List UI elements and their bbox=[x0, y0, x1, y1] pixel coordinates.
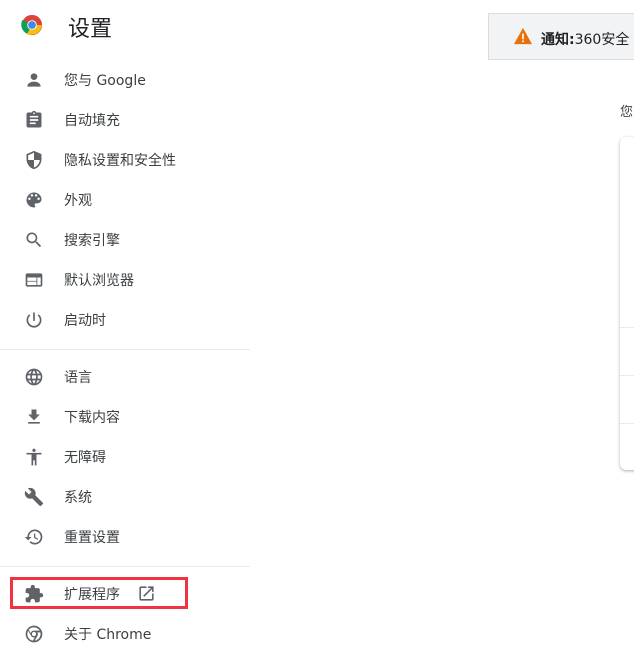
sidebar-item-label: 搜索引擎 bbox=[64, 233, 120, 249]
palette-icon bbox=[24, 190, 44, 210]
chrome-icon bbox=[24, 624, 44, 644]
notice-text: 360安全 bbox=[574, 32, 630, 48]
sidebar-item-languages[interactable]: 语言 bbox=[0, 357, 250, 397]
sidebar-item-about-chrome[interactable]: 关于 Chrome bbox=[0, 614, 250, 654]
sidebar-item-autofill[interactable]: 自动填充 bbox=[0, 100, 250, 140]
sidebar-divider bbox=[0, 349, 250, 350]
sidebar-item-extensions[interactable]: 扩展程序 bbox=[0, 574, 250, 614]
settings-header: 设置 bbox=[0, 0, 260, 56]
shield-icon bbox=[24, 150, 44, 170]
settings-card bbox=[620, 137, 634, 470]
sidebar-item-label: 启动时 bbox=[64, 313, 106, 329]
history-icon bbox=[24, 527, 44, 547]
sidebar-item-appearance[interactable]: 外观 bbox=[0, 180, 250, 220]
sidebar-item-label: 您与 Google bbox=[64, 73, 146, 89]
sidebar-item-label: 自动填充 bbox=[64, 113, 120, 129]
sidebar-item-default-browser[interactable]: 默认浏览器 bbox=[0, 260, 250, 300]
sidebar-item-label: 关于 Chrome bbox=[64, 627, 152, 643]
sidebar-item-search-engine[interactable]: 搜索引擎 bbox=[0, 220, 250, 260]
sidebar-item-label: 隐私设置和安全性 bbox=[64, 153, 176, 169]
person-icon bbox=[24, 70, 44, 90]
clipboard-icon bbox=[24, 110, 44, 130]
browser-window-icon bbox=[24, 270, 44, 290]
sidebar-divider bbox=[0, 566, 250, 567]
warning-icon bbox=[513, 27, 533, 45]
page-title: 设置 bbox=[68, 17, 113, 42]
main-partial-text: 您 bbox=[620, 105, 634, 120]
search-icon bbox=[24, 230, 44, 250]
sidebar-item-label: 语言 bbox=[64, 370, 92, 386]
power-icon bbox=[24, 310, 44, 330]
open-in-new-icon[interactable] bbox=[137, 584, 156, 603]
sidebar-item-on-startup[interactable]: 启动时 bbox=[0, 300, 250, 340]
sidebar-item-reset[interactable]: 重置设置 bbox=[0, 517, 250, 557]
card-row-divider bbox=[620, 375, 634, 376]
sidebar-item-accessibility[interactable]: 无障碍 bbox=[0, 437, 250, 477]
globe-icon bbox=[24, 367, 44, 387]
download-icon bbox=[24, 407, 44, 427]
sidebar-item-label: 下载内容 bbox=[64, 410, 120, 426]
sidebar-item-downloads[interactable]: 下载内容 bbox=[0, 397, 250, 437]
sidebar-item-label: 扩展程序 bbox=[64, 587, 120, 603]
sidebar-item-label: 无障碍 bbox=[64, 450, 106, 466]
wrench-icon bbox=[24, 487, 44, 507]
sidebar-item-label: 重置设置 bbox=[64, 530, 120, 546]
sidebar-item-privacy[interactable]: 隐私设置和安全性 bbox=[0, 140, 250, 180]
card-row-divider bbox=[620, 423, 634, 424]
accessibility-icon bbox=[24, 447, 44, 467]
sidebar-item-system[interactable]: 系统 bbox=[0, 477, 250, 517]
sidebar-item-label: 系统 bbox=[64, 490, 92, 506]
notice-banner: 通知:360安全 bbox=[488, 13, 634, 60]
sidebar-item-label: 默认浏览器 bbox=[64, 273, 134, 289]
puzzle-icon bbox=[24, 584, 44, 604]
chrome-logo-icon bbox=[21, 14, 43, 36]
sidebar-item-label: 外观 bbox=[64, 193, 92, 209]
card-row-divider bbox=[620, 327, 634, 328]
notice-label: 通知: bbox=[541, 32, 575, 48]
sidebar-item-you-and-google[interactable]: 您与 Google bbox=[0, 60, 250, 100]
